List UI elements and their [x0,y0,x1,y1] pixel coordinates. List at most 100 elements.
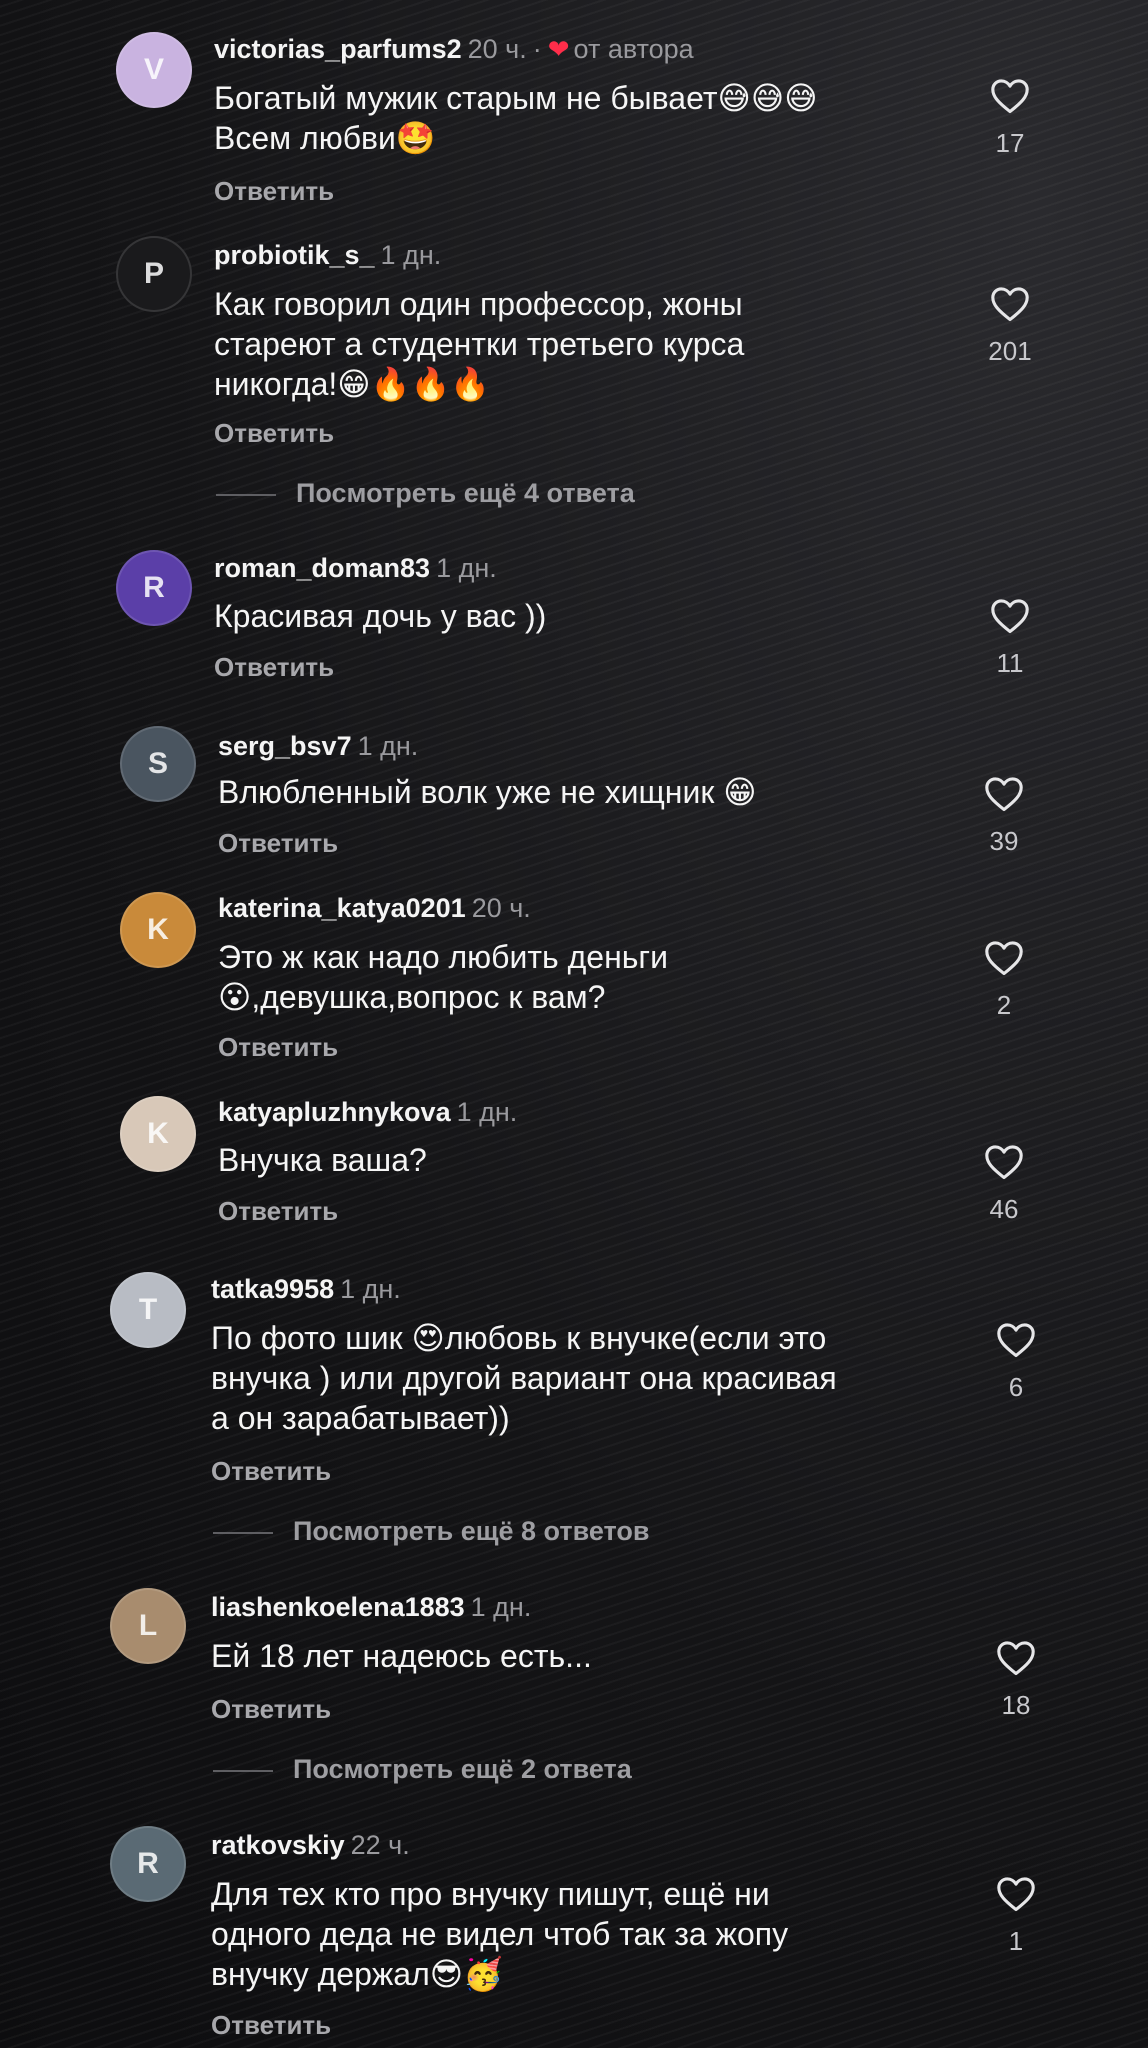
like-count: 17 [995,128,1025,158]
comment-text: Богатый мужик старым не бывает😅😅😅 Всем л… [214,80,818,156]
reply-button[interactable]: Ответить [218,1032,338,1062]
like-count: 2 [996,990,1012,1020]
like-count: 18 [1001,1690,1031,1720]
avatar-initial: R [137,1847,159,1880]
like-count: 1 [1008,1926,1024,1956]
comments-feed: V victorias_parfums2 20 ч. · ❤ от автора Бог… [0,0,1148,2048]
view-more-label: Посмотреть ещё 2 ответа [293,1754,632,1784]
comment-text: Внучка ваша? [218,1142,427,1178]
timestamp: 1 дн. [340,1274,401,1304]
avatar-initial: K [147,913,169,946]
avatar[interactable]: V [116,32,192,108]
username[interactable]: liashenkoelena1883 [211,1592,465,1622]
like-count: 11 [996,648,1024,678]
heart-outline-icon[interactable] [984,1144,1024,1180]
timestamp: 1 дн. [470,1592,532,1622]
view-more-replies[interactable]: Посмотреть ещё 2 ответа [213,1754,632,1784]
comment-meta: liashenkoelena1883 1 дн. [211,1590,531,1624]
username[interactable]: ratkovskiy [211,1830,345,1860]
like-button[interactable]: 17 [980,78,1040,158]
like-button[interactable]: 18 [986,1640,1046,1720]
avatar[interactable]: P [116,236,192,312]
avatar[interactable]: K [120,1096,196,1172]
heart-outline-icon[interactable] [990,286,1030,322]
avatar[interactable]: R [110,1826,186,1902]
reply-button[interactable]: Ответить [211,1456,331,1486]
reply-button[interactable]: Ответить [214,652,334,682]
username[interactable]: victorias_parfums2 [214,34,462,64]
comment-text: Влюбленный волк уже не хищник 😁 [218,774,757,810]
comment-meta: tatka9958 1 дн. [211,1272,401,1306]
like-button[interactable]: 46 [974,1144,1034,1224]
timestamp: 1 дн. [380,240,442,270]
avatar-initial: P [143,257,164,290]
avatar-initial: K [147,1117,169,1150]
username[interactable]: katyapluzhnykova [218,1097,451,1127]
comment-meta: victorias_parfums2 20 ч. · ❤ от автора [214,32,694,66]
avatar[interactable]: T [110,1272,186,1348]
comment-text: Как говорил один профессор, жоны стареют… [214,286,745,402]
comment-text: Красивая дочь у вас )) [214,598,547,634]
like-button[interactable]: 201 [980,286,1040,366]
heart-filled-icon: ❤ [547,34,570,64]
author-liked-label: от автора [573,34,694,64]
reply-button[interactable]: Ответить [214,418,334,448]
separator-dot: · [532,34,542,64]
view-more-replies[interactable]: Посмотреть ещё 8 ответов [213,1516,649,1546]
comment-text: Ей 18 лет надеюсь есть... [211,1638,592,1674]
like-count: 39 [989,826,1019,856]
like-button[interactable]: 11 [980,598,1040,678]
username[interactable]: serg_bsv7 [218,731,352,761]
avatar-initial: S [147,747,168,780]
heart-outline-icon[interactable] [984,776,1024,812]
avatar-initial: R [143,571,165,604]
timestamp: 1 дн. [436,553,497,583]
comment-text: Это ж как надо любить деньги 😮,девушка,в… [218,939,668,1015]
avatar-initial: V [143,53,164,86]
username[interactable]: probiotik_s_ [214,240,375,270]
like-button[interactable]: 2 [974,940,1034,1020]
heart-outline-icon[interactable] [996,1640,1036,1676]
comment-meta: serg_bsv7 1 дн. [218,729,418,763]
comment-text: По фото шик 😍любовь к внучке(если это вн… [211,1320,837,1436]
like-button[interactable]: 1 [986,1876,1046,1956]
comment-meta: katyapluzhnykova 1 дн. [218,1095,517,1129]
timestamp: 20 ч. [471,893,531,923]
divider-line [213,1531,273,1534]
avatar[interactable]: L [110,1588,186,1664]
avatar[interactable]: K [120,892,196,968]
like-button[interactable]: 6 [986,1322,1046,1402]
like-count: 46 [989,1194,1019,1224]
comment-meta: probiotik_s_ 1 дн. [214,238,441,272]
avatar[interactable]: R [116,550,192,626]
timestamp: 22 ч. [350,1830,410,1860]
comment-meta: katerina_katya0201 20 ч. [218,891,531,925]
comment-text: Для тех кто про внучку пишут, ещё ни одн… [211,1876,789,1992]
view-more-label: Посмотреть ещё 4 ответа [296,478,635,508]
reply-button[interactable]: Ответить [211,2010,331,2040]
timestamp: 1 дн. [357,731,419,761]
reply-button[interactable]: Ответить [218,1196,338,1226]
divider-line [216,493,276,496]
like-count: 201 [988,336,1032,366]
view-more-label: Посмотреть ещё 8 ответов [293,1516,650,1546]
username[interactable]: katerina_katya0201 [218,893,466,923]
avatar-initial: T [138,1293,158,1326]
comment-meta: ratkovskiy 22 ч. [211,1828,410,1862]
timestamp: 1 дн. [456,1097,518,1127]
heart-outline-icon[interactable] [990,598,1030,634]
reply-button[interactable]: Ответить [218,828,338,858]
reply-button[interactable]: Ответить [214,176,334,206]
like-count: 6 [1008,1372,1024,1402]
view-more-replies[interactable]: Посмотреть ещё 4 ответа [216,478,635,508]
reply-button[interactable]: Ответить [211,1694,331,1724]
heart-outline-icon[interactable] [984,940,1024,976]
avatar[interactable]: S [120,726,196,802]
comment-meta: roman_doman83 1 дн. [214,551,497,585]
like-button[interactable]: 39 [974,776,1034,856]
heart-outline-icon[interactable] [990,78,1030,114]
username[interactable]: tatka9958 [211,1274,334,1304]
username[interactable]: roman_doman83 [214,553,430,583]
heart-outline-icon[interactable] [996,1322,1036,1358]
heart-outline-icon[interactable] [996,1876,1036,1912]
